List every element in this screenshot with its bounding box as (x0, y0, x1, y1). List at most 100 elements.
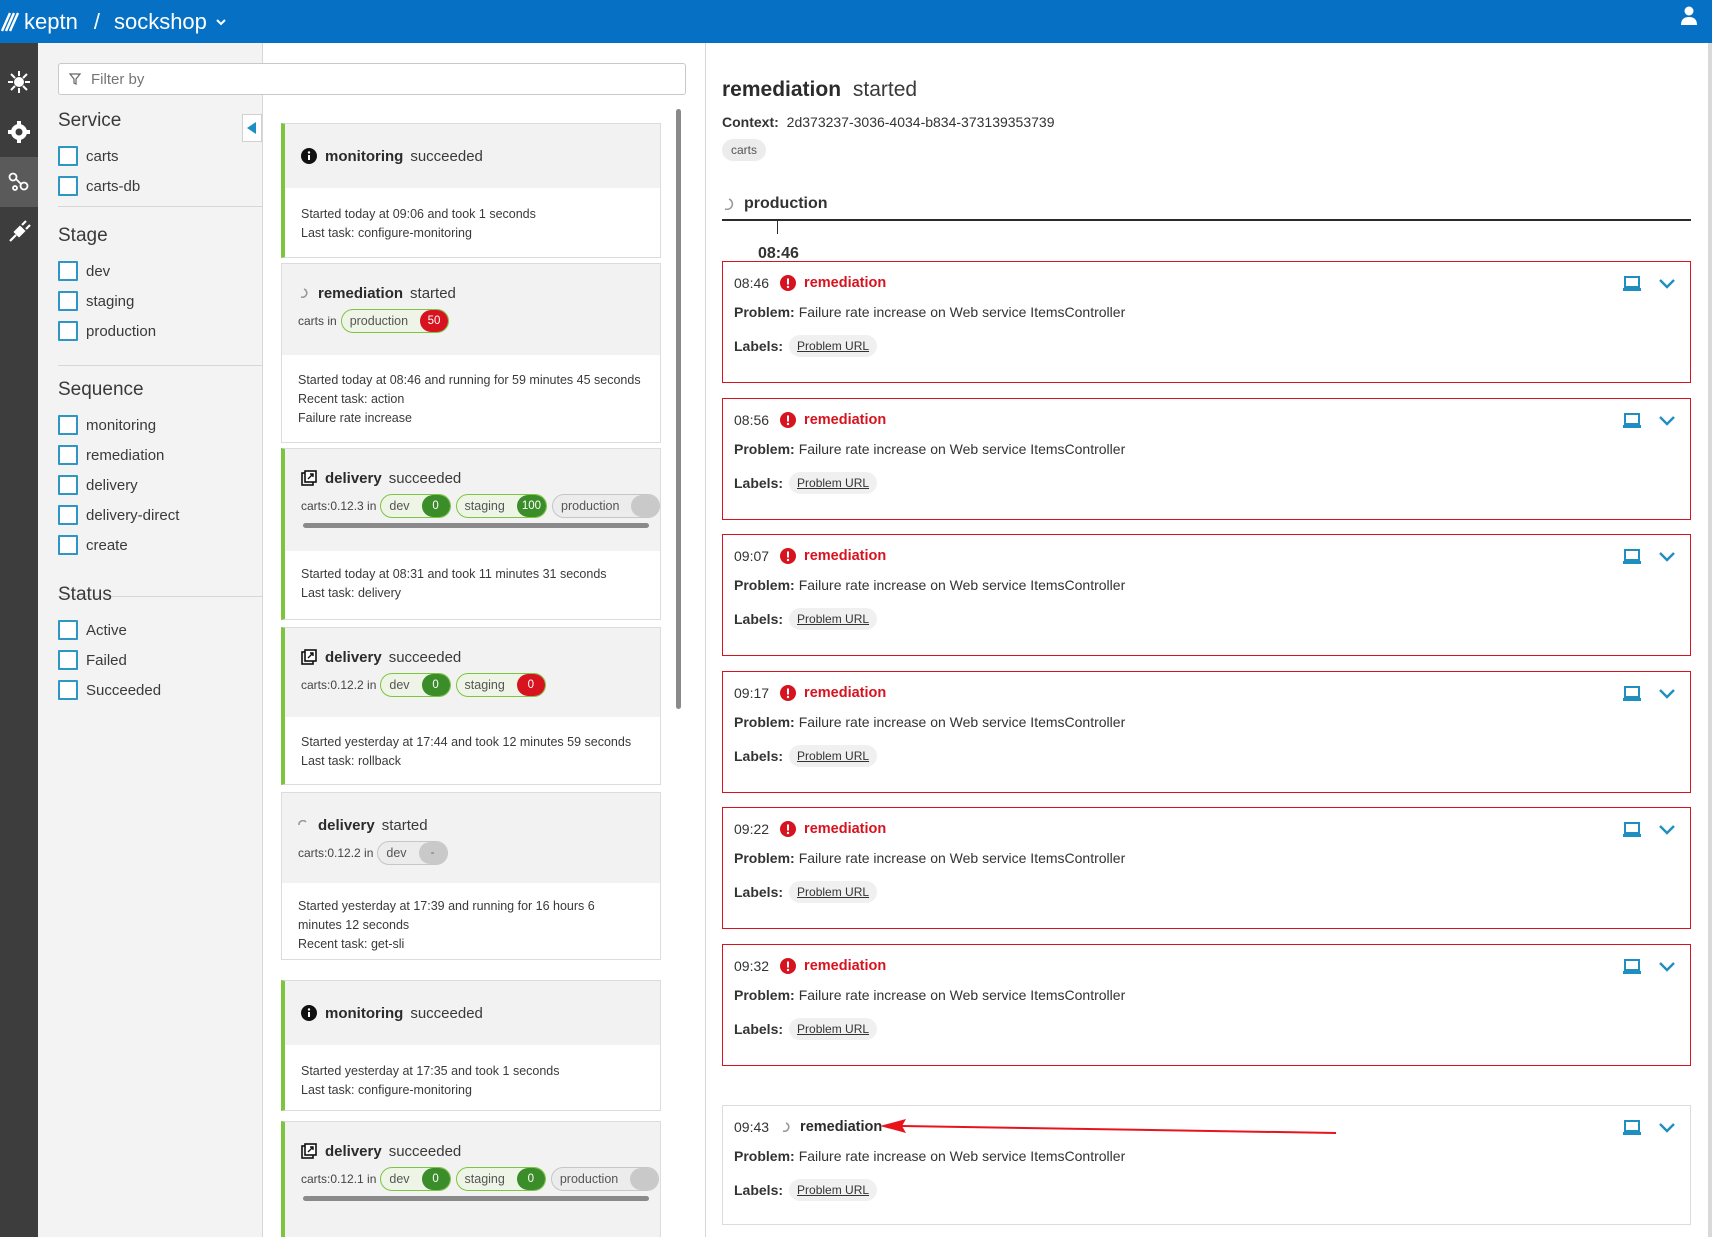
checkbox[interactable] (58, 146, 78, 166)
event-name[interactable]: remediation (804, 548, 886, 564)
event-card[interactable]: 09:17 remediation Problem: Failure rate inc… (722, 671, 1691, 793)
event-card[interactable]: 08:56 remediation Problem: Failure rate inc… (722, 398, 1691, 520)
sequence-card[interactable]: delivery succeeded carts:0.12.2 in dev 0 … (281, 627, 661, 785)
service-version: carts:0.12.2 in (301, 678, 377, 692)
deployment-icon[interactable] (1622, 1120, 1642, 1136)
checkbox[interactable] (58, 321, 78, 341)
keptn-logo[interactable]: keptn (0, 9, 78, 35)
event-name[interactable]: remediation (804, 958, 886, 974)
filter-option-delivery-direct[interactable]: delivery-direct (58, 500, 262, 530)
checkbox[interactable] (58, 415, 78, 435)
event-card[interactable]: 09:32 remediation Problem: Failure rate inc… (722, 944, 1691, 1066)
problem-url-link[interactable]: Problem URL (789, 1179, 878, 1201)
checkbox[interactable] (58, 505, 78, 525)
checkbox[interactable] (58, 445, 78, 465)
stage-pill[interactable]: dev 0 (380, 494, 451, 518)
checkbox[interactable] (58, 261, 78, 281)
problem-url-link[interactable]: Problem URL (789, 608, 878, 630)
stage-pill[interactable]: production (552, 494, 660, 518)
chevron-down-icon[interactable] (1658, 960, 1676, 974)
event-labels: Labels: Problem URL (734, 608, 878, 630)
stage-pill[interactable]: production (550, 1167, 660, 1191)
deployment-icon[interactable] (1622, 549, 1642, 565)
event-name[interactable]: remediation (800, 1119, 882, 1135)
event-name[interactable]: remediation (804, 412, 886, 428)
sequence-name: delivery (318, 816, 375, 834)
deployment-icon[interactable] (1622, 686, 1642, 702)
deployment-icon[interactable] (1622, 276, 1642, 292)
checkbox[interactable] (58, 291, 78, 311)
sequence-card[interactable]: monitoring succeeded Started today at 09… (281, 123, 661, 258)
problem-text: Failure rate increase on Web service Ite… (798, 577, 1126, 593)
filter-option-failed[interactable]: Failed (58, 645, 262, 675)
stage-pill[interactable]: staging 100 (455, 494, 548, 518)
problem-url-link[interactable]: Problem URL (789, 335, 878, 357)
problem-url-link[interactable]: Problem URL (789, 881, 878, 903)
checkbox[interactable] (58, 475, 78, 495)
collapse-filter-button[interactable] (242, 114, 262, 142)
chevron-down-icon[interactable] (1658, 687, 1676, 701)
filter-input-box[interactable] (58, 63, 686, 95)
filter-option-active[interactable]: Active (58, 615, 262, 645)
event-name[interactable]: remediation (804, 275, 886, 291)
deployment-icon[interactable] (1622, 413, 1642, 429)
filter-option-create[interactable]: create (58, 530, 262, 560)
stage-pill[interactable]: dev 0 (380, 673, 451, 697)
stage-pill[interactable]: production 50 (340, 309, 450, 333)
chevron-down-icon[interactable] (215, 16, 227, 28)
deployment-icon[interactable] (1622, 959, 1642, 975)
sequence-card[interactable]: delivery succeeded carts:0.12.1 in dev 0 … (281, 1121, 661, 1237)
stage-pill[interactable]: staging 0 (455, 673, 546, 697)
filter-option-production[interactable]: production (58, 316, 262, 346)
checkbox[interactable] (58, 535, 78, 555)
checkbox[interactable] (58, 650, 78, 670)
filter-input[interactable] (91, 70, 651, 88)
chevron-down-icon[interactable] (1658, 1121, 1676, 1135)
horizontal-scrollbar[interactable] (303, 1196, 649, 1201)
event-name[interactable]: remediation (804, 821, 886, 837)
deployment-icon[interactable] (1622, 822, 1642, 838)
horizontal-scrollbar[interactable] (303, 523, 649, 528)
stage-heading[interactable]: production (722, 193, 1691, 215)
problem-url-link[interactable]: Problem URL (789, 745, 878, 767)
filter-option-carts[interactable]: carts (58, 141, 262, 171)
project-selector[interactable]: sockshop (114, 9, 207, 35)
filter-option-succeeded[interactable]: Succeeded (58, 675, 262, 705)
filter-option-remediation[interactable]: remediation (58, 440, 262, 470)
filter-option-monitoring[interactable]: monitoring (58, 410, 262, 440)
sequence-last-task: Last task: rollback (301, 754, 402, 768)
checkbox[interactable] (58, 680, 78, 700)
sequence-card[interactable]: delivery started carts:0.12.2 in dev - St… (281, 792, 661, 960)
event-labels: Labels: Problem URL (734, 745, 878, 767)
chevron-down-icon[interactable] (1658, 277, 1676, 291)
environment-icon[interactable] (0, 57, 38, 107)
chevron-down-icon[interactable] (1658, 550, 1676, 564)
problem-url-link[interactable]: Problem URL (789, 472, 878, 494)
sequences-icon[interactable] (0, 157, 38, 207)
sequence-card[interactable]: delivery succeeded carts:0.12.3 in dev 0 … (281, 448, 661, 620)
event-name[interactable]: remediation (804, 685, 886, 701)
chevron-down-icon[interactable] (1658, 414, 1676, 428)
filter-option-staging[interactable]: staging (58, 286, 262, 316)
problem-url-link[interactable]: Problem URL (789, 1018, 878, 1040)
service-tag[interactable]: carts (722, 139, 767, 161)
event-card[interactable]: 09:22 remediation Problem: Failure rate inc… (722, 807, 1691, 929)
sequence-card[interactable]: monitoring succeeded Started yesterday a… (281, 980, 661, 1111)
event-card[interactable]: 08:46 remediation Problem: Failure rate inc… (722, 261, 1691, 383)
user-icon[interactable] (1680, 6, 1698, 26)
integrations-icon[interactable] (0, 207, 38, 257)
settings-icon[interactable] (0, 107, 38, 157)
event-card[interactable]: 09:07 remediation Problem: Failure rate inc… (722, 534, 1691, 656)
vertical-scrollbar[interactable] (676, 109, 681, 709)
filter-option-carts-db[interactable]: carts-db (58, 171, 262, 201)
chevron-down-icon[interactable] (1658, 823, 1676, 837)
detail-title: remediation started (722, 78, 917, 102)
filter-option-dev[interactable]: dev (58, 256, 262, 286)
stage-pill[interactable]: staging 0 (455, 1167, 546, 1191)
sequence-card[interactable]: remediation started carts in production 5… (281, 263, 661, 443)
stage-pill[interactable]: dev 0 (380, 1167, 451, 1191)
checkbox[interactable] (58, 620, 78, 640)
checkbox[interactable] (58, 176, 78, 196)
filter-option-delivery[interactable]: delivery (58, 470, 262, 500)
stage-pill[interactable]: dev - (377, 841, 448, 865)
